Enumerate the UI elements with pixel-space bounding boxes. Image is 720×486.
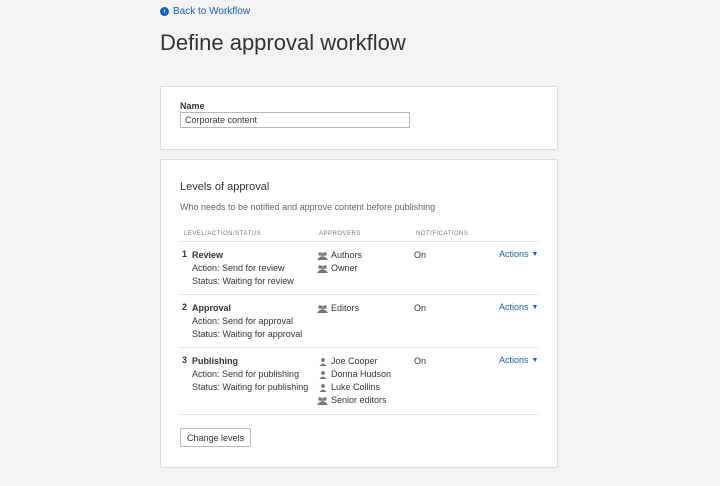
- notifications-value: On: [414, 250, 427, 260]
- levels-card: Levels of approval Who needs to be notif…: [160, 159, 558, 468]
- approver-item: Editors: [317, 302, 359, 315]
- row-divider: [180, 347, 539, 348]
- person-icon: [317, 370, 328, 379]
- caret-down-icon: ▼: [531, 303, 539, 311]
- group-icon: [317, 251, 328, 260]
- level-name: Publishing: [192, 356, 238, 366]
- change-levels-button[interactable]: Change levels: [180, 428, 252, 447]
- approver-label: Editors: [331, 303, 360, 313]
- group-icon: [317, 304, 328, 313]
- level-action: Action: Send for review: [192, 263, 285, 273]
- level-status: Status: Waiting for publishing: [192, 382, 309, 392]
- level-status: Status: Waiting for review: [192, 276, 294, 286]
- name-label: Name: [180, 101, 205, 111]
- level-info: Approval Action: Send for approval Statu…: [192, 302, 302, 341]
- person-icon: [317, 383, 328, 392]
- page-title: Define approval workflow: [160, 30, 406, 55]
- levels-description: Who needs to be notified and approve con…: [180, 202, 436, 212]
- approver-label: Senior editors: [331, 395, 387, 405]
- approver-label: Joe Cooper: [331, 356, 378, 366]
- level-action: Action: Send for approval: [192, 316, 294, 326]
- row-divider: [180, 414, 539, 415]
- level-number: 1: [182, 249, 188, 259]
- level-name: Approval: [192, 303, 232, 313]
- approvers-list: Editors: [317, 302, 359, 315]
- back-arrow-icon: ‹: [160, 7, 169, 16]
- approver-item: Owner: [317, 262, 362, 275]
- approver-label: Owner: [331, 263, 358, 273]
- name-card: Name: [160, 86, 558, 150]
- level-action: Action: Send for publishing: [192, 369, 300, 379]
- actions-label: Actions: [499, 249, 529, 259]
- level-info: Publishing Action: Send for publishing S…: [192, 355, 308, 394]
- actions-dropdown[interactable]: Actions ▼: [499, 355, 538, 365]
- approver-label: Authors: [331, 250, 363, 260]
- actions-dropdown[interactable]: Actions ▼: [499, 249, 538, 259]
- level-number: 2: [182, 302, 188, 312]
- level-name: Review: [192, 250, 224, 260]
- person-icon: [317, 357, 328, 366]
- approvers-list: Joe Cooper Donna Hudson Luke Collins Sen…: [317, 355, 391, 407]
- header-divider: [180, 241, 539, 242]
- approver-item: Authors: [317, 249, 362, 262]
- group-icon: [317, 264, 328, 273]
- level-info: Review Action: Send for review Status: W…: [192, 249, 294, 288]
- approver-item: Senior editors: [317, 394, 391, 407]
- approver-item: Joe Cooper: [317, 355, 391, 368]
- approver-label: Donna Hudson: [331, 369, 392, 379]
- column-header-level: LEVEL/ACTION/STATUS: [184, 231, 261, 237]
- levels-title: Levels of approval: [180, 181, 270, 193]
- approver-item: Luke Collins: [317, 381, 391, 394]
- caret-down-icon: ▼: [531, 250, 539, 258]
- back-link-label: Back to Workflow: [173, 6, 251, 17]
- actions-label: Actions: [499, 355, 529, 365]
- actions-label: Actions: [499, 302, 529, 312]
- actions-dropdown[interactable]: Actions ▼: [499, 302, 538, 312]
- group-icon: [317, 396, 328, 405]
- notifications-value: On: [414, 303, 427, 313]
- approver-label: Luke Collins: [331, 382, 381, 392]
- back-to-workflow-link[interactable]: ‹ Back to Workflow: [160, 6, 250, 17]
- column-header-notifications: NOTIFICATIONS: [416, 231, 469, 237]
- level-number: 3: [182, 355, 188, 365]
- approvers-list: Authors Owner: [317, 249, 362, 275]
- approver-item: Donna Hudson: [317, 368, 391, 381]
- row-divider: [180, 294, 539, 295]
- level-status: Status: Waiting for approval: [192, 329, 303, 339]
- column-header-approvers: APPROVERS: [319, 231, 361, 237]
- notifications-value: On: [414, 356, 427, 366]
- name-input[interactable]: [180, 112, 410, 128]
- caret-down-icon: ▼: [531, 356, 539, 364]
